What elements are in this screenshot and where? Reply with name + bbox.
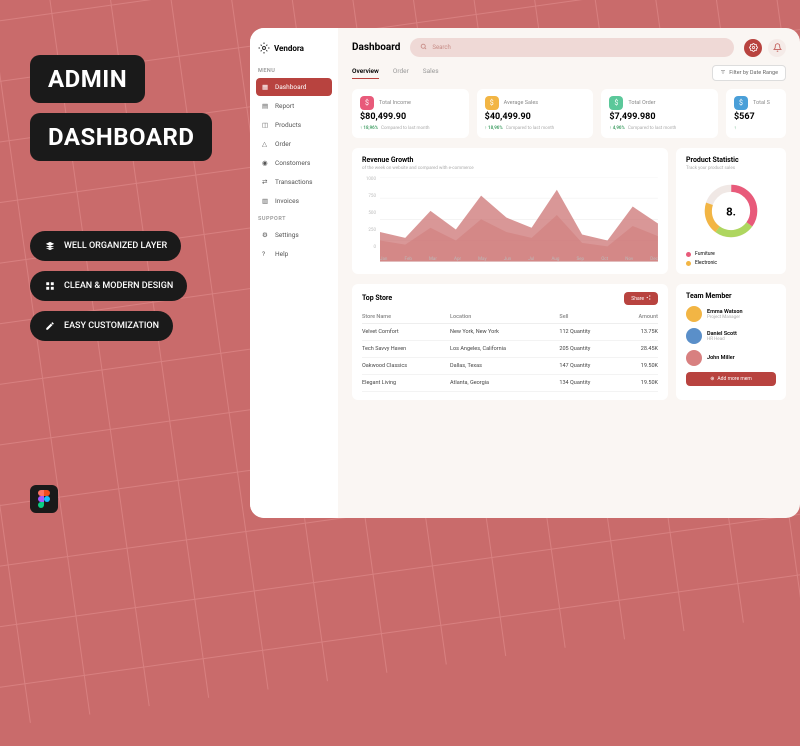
edit-icon [44, 320, 56, 332]
table-header: Sell [559, 311, 620, 324]
menu-icon: ⇄ [262, 178, 270, 186]
sidebar-item-transactions[interactable]: ⇄Transactions [256, 173, 332, 191]
tab-sales[interactable]: Sales [423, 67, 439, 79]
menu-icon: ◉ [262, 159, 270, 167]
dashboard-window: Vendora MENU ▦Dashboard▤Report◫Products△… [250, 28, 800, 518]
figma-badge [30, 485, 58, 513]
share-button[interactable]: Share [624, 292, 658, 305]
stat-icon: $ [734, 96, 748, 110]
chart-subtitle: of the week on website and compared with… [362, 166, 658, 171]
menu-icon: ◫ [262, 121, 270, 129]
avatar [686, 350, 702, 366]
team-member[interactable]: John Miller [686, 350, 776, 366]
promo-title-2: DASHBOARD [30, 113, 212, 161]
table-header: Amount [620, 311, 658, 324]
promo-panel: ADMIN DASHBOARD WELL ORGANIZED LAYER CLE… [30, 55, 212, 351]
filter-icon [720, 69, 726, 77]
table-row[interactable]: Oakwood ClassicsDallas, Texas147 Quantit… [362, 358, 658, 375]
stat-card: $Total S$567↑ [726, 89, 786, 138]
legend-item: Furniture [686, 251, 776, 257]
avatar [686, 328, 702, 344]
promo-pill: WELL ORGANIZED LAYER [30, 231, 181, 261]
menu-icon: △ [262, 140, 270, 148]
plus-icon: ⊕ [710, 376, 714, 382]
table-header: Store Name [362, 311, 450, 324]
y-axis: 10007505002500 [362, 177, 376, 250]
team-card: Team Member Emma WatsonProject Manager Da… [676, 284, 786, 400]
stat-icon: $ [609, 96, 623, 110]
sidebar-item-invoices[interactable]: ▥Invoices [256, 192, 332, 210]
grid-icon [44, 280, 56, 292]
product-title: Product Statistic [686, 156, 776, 164]
menu-icon: ▥ [262, 197, 270, 205]
stat-card: $Total Order$7,499.980↑ 4,96%Compared to… [601, 89, 718, 138]
promo-pill: EASY CUSTOMIZATION [30, 311, 173, 341]
sidebar-item-help[interactable]: ?Help [256, 245, 332, 263]
stats-row: $Total Income$80,499.90↑ 18,96%Compared … [352, 89, 786, 138]
area-chart [380, 177, 658, 262]
sidebar-item-constomers[interactable]: ◉Constomers [256, 154, 332, 172]
stat-card: $Total Income$80,499.90↑ 18,96%Compared … [352, 89, 469, 138]
share-icon [646, 295, 651, 302]
table-row[interactable]: Elegant LivingAtlanta, Georgia134 Quanti… [362, 375, 658, 392]
tabs: Overview Order Sales [352, 67, 439, 79]
stat-card: $Average Sales$40,499.90↑ 18,96%Compared… [477, 89, 594, 138]
promo-pill: CLEAN & MODERN DESIGN [30, 271, 187, 301]
page-title: Dashboard [352, 42, 400, 53]
avatar [686, 306, 702, 322]
menu-icon: ? [262, 250, 270, 258]
menu-section-label: MENU [258, 68, 330, 74]
product-subtitle: Track your product sales [686, 166, 776, 171]
promo-title-1: ADMIN [30, 55, 145, 103]
search-input[interactable]: Search [410, 38, 734, 57]
stat-icon: $ [360, 96, 374, 110]
main-content: Dashboard Search Overview Order Sales Filt… [338, 28, 800, 518]
stat-icon: $ [485, 96, 499, 110]
sidebar-item-dashboard[interactable]: ▦Dashboard [256, 78, 332, 96]
search-icon [420, 43, 427, 52]
team-title: Team Member [686, 292, 776, 300]
tab-overview[interactable]: Overview [352, 67, 379, 79]
product-stat-card: Product Statistic Track your product sal… [676, 148, 786, 274]
brand-name: Vendora [274, 44, 304, 53]
menu-icon: ▤ [262, 102, 270, 110]
table-row[interactable]: Tech Savvy HavenLos Angeles, California2… [362, 341, 658, 358]
team-member[interactable]: Daniel ScottHR Head [686, 328, 776, 344]
chart-title: Revenue Growth [362, 156, 658, 164]
store-table: Store NameLocationSellAmount Velvet Comf… [362, 311, 658, 392]
brand-logo-icon [258, 42, 270, 54]
sidebar-item-order[interactable]: △Order [256, 135, 332, 153]
donut-chart: 8. [701, 181, 761, 241]
menu-icon: ▦ [262, 83, 270, 91]
brand: Vendora [256, 38, 332, 58]
layers-icon [44, 240, 56, 252]
menu-icon: ⚙ [262, 231, 270, 239]
sidebar-item-products[interactable]: ◫Products [256, 116, 332, 134]
settings-icon-button[interactable] [744, 39, 762, 57]
add-member-button[interactable]: ⊕ Add more mem [686, 372, 776, 386]
table-header: Location [450, 311, 559, 324]
table-row[interactable]: Velvet ComfortNew York, New York112 Quan… [362, 324, 658, 341]
tab-order[interactable]: Order [393, 67, 409, 79]
support-section-label: SUPPORT [258, 216, 330, 222]
team-member[interactable]: Emma WatsonProject Manager [686, 306, 776, 322]
revenue-chart-card: Revenue Growth of the week on website an… [352, 148, 668, 274]
legend-item: Electronic [686, 260, 776, 266]
filter-date-button[interactable]: Filter by Date Range [712, 65, 786, 81]
top-store-card: Top Store Share Store NameLocationSellAm… [352, 284, 668, 400]
topbar: Dashboard Search [352, 38, 786, 57]
svg-text:8.: 8. [726, 204, 736, 218]
sidebar-item-report[interactable]: ▤Report [256, 97, 332, 115]
product-legend: Furniture Electronic [686, 251, 776, 266]
table-title: Top Store [362, 294, 392, 302]
sidebar: Vendora MENU ▦Dashboard▤Report◫Products△… [250, 28, 338, 518]
notification-icon-button[interactable] [768, 39, 786, 57]
sidebar-item-settings[interactable]: ⚙Settings [256, 226, 332, 244]
x-axis: JanFebMarAprMayJunJulAugSepOctNovDec [380, 257, 658, 262]
